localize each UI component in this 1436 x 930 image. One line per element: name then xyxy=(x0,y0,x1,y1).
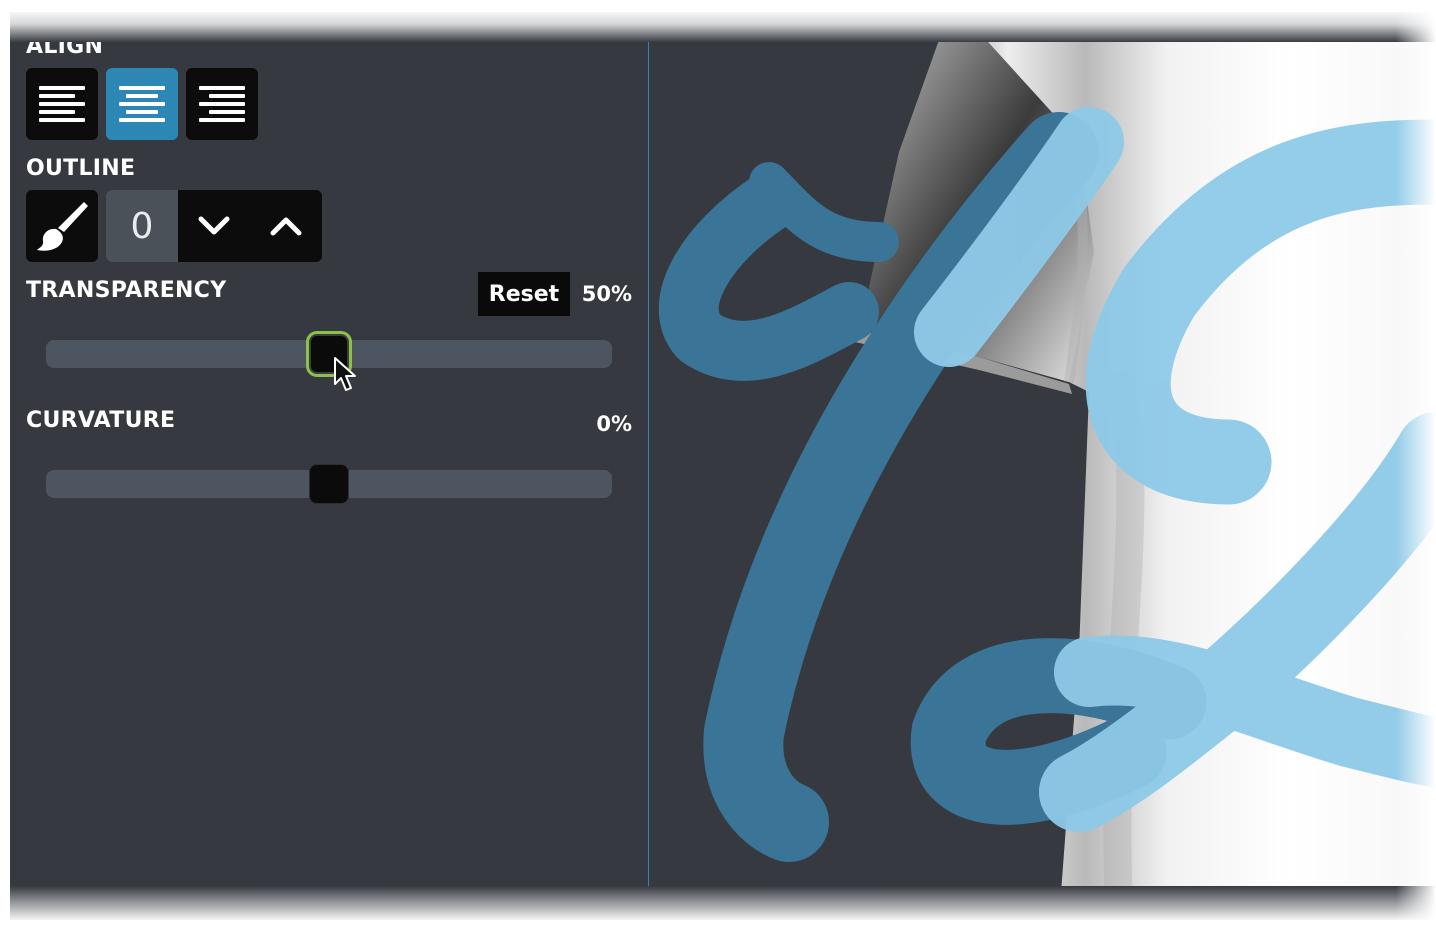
outline-color-button[interactable] xyxy=(26,190,98,262)
transparency-value: 50% xyxy=(581,282,632,306)
right-edge-fade xyxy=(1396,12,1436,920)
transparency-label: TRANSPARENCY xyxy=(26,278,227,303)
transparency-reset-button[interactable]: Reset xyxy=(478,272,570,316)
align-right-icon xyxy=(199,86,245,122)
bottom-shadow xyxy=(10,886,1436,920)
curvature-label: CURVATURE xyxy=(26,408,176,433)
mouse-pointer-icon xyxy=(334,357,356,391)
align-right-button[interactable] xyxy=(186,68,258,140)
chevron-up-icon xyxy=(270,217,302,236)
align-left-icon xyxy=(39,86,85,122)
curvature-slider[interactable] xyxy=(46,464,612,504)
chevron-down-icon xyxy=(198,216,230,235)
canvas-preview xyxy=(658,12,1436,920)
outline-width-stepper: 0 xyxy=(106,190,322,262)
transparency-slider[interactable] xyxy=(46,334,612,374)
curvature-value: 0% xyxy=(596,412,632,436)
align-center-icon xyxy=(119,86,165,122)
outline-decrease-button[interactable] xyxy=(178,190,250,262)
outline-label: OUTLINE xyxy=(26,156,136,181)
outline-increase-button[interactable] xyxy=(250,190,322,262)
editor-window: ALIGN OUTLINE 0 TRANSPARENCY Reset 50% C… xyxy=(10,12,1436,920)
align-left-button[interactable] xyxy=(26,68,98,140)
outline-width-value[interactable]: 0 xyxy=(106,190,178,262)
top-shadow xyxy=(10,12,1436,42)
curvature-slider-thumb[interactable] xyxy=(309,464,349,504)
design-canvas[interactable] xyxy=(649,12,1436,920)
align-center-button[interactable] xyxy=(106,68,178,140)
properties-panel: ALIGN OUTLINE 0 TRANSPARENCY Reset 50% C… xyxy=(10,12,649,920)
paintbrush-icon xyxy=(37,202,88,251)
